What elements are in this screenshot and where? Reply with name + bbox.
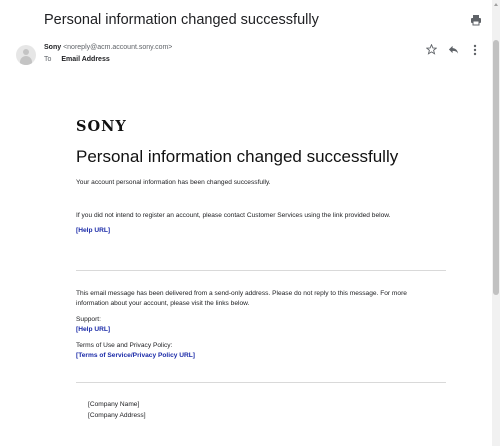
divider [76, 382, 446, 383]
support-url-link[interactable]: [Help URL] [76, 326, 110, 333]
from-line: Sony <noreply@acm.account.sony.com> [44, 44, 172, 51]
help-url-link[interactable]: [Help URL] [76, 227, 110, 234]
email-body-title: Personal information changed successfull… [76, 147, 399, 166]
to-address[interactable]: Email Address [61, 56, 109, 63]
body-line-changed: Your account personal information has be… [76, 179, 271, 186]
sender-avatar-icon [16, 45, 36, 65]
star-icon[interactable] [426, 44, 437, 55]
more-vert-icon[interactable] [473, 44, 477, 56]
reply-icon[interactable] [448, 44, 459, 55]
to-line: To Email Address [44, 56, 110, 63]
to-label: To [44, 56, 52, 63]
divider [76, 270, 446, 271]
sony-logo: SONY [76, 118, 127, 135]
sender-name[interactable]: Sony [44, 44, 61, 51]
sender-email: <noreply@acm.account.sony.com> [63, 44, 173, 51]
avatar-head [23, 49, 29, 55]
avatar-body [20, 56, 32, 65]
scroll-up-arrow-icon[interactable] [494, 3, 498, 6]
support-label: Support: [76, 316, 101, 323]
notice-line-1: This email message has been delivered fr… [76, 290, 407, 297]
body-line-contact: If you did not intend to register an acc… [76, 212, 391, 219]
company-name: [Company Name] [88, 401, 140, 408]
terms-url-link[interactable]: [Terms of Service/Privacy Policy URL] [76, 352, 195, 359]
scrollbar-thumb[interactable] [493, 40, 499, 295]
email-subject: Personal information changed successfull… [44, 12, 319, 28]
terms-label: Terms of Use and Privacy Policy: [76, 342, 173, 349]
notice-line-2: information about your account, please v… [76, 300, 250, 307]
print-icon[interactable] [470, 14, 482, 26]
company-address: [Company Address] [88, 412, 146, 419]
